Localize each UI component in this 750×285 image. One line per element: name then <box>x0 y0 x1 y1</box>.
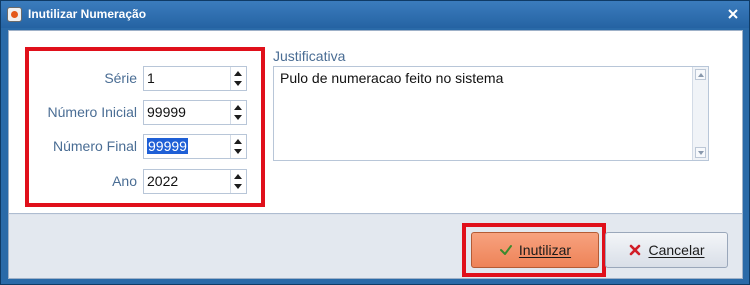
dialog-window: Inutilizar Numeração Série 1 Número Inic… <box>0 0 750 285</box>
scroll-down-icon <box>698 151 704 155</box>
close-button[interactable] <box>723 4 743 24</box>
numero-inicial-label: Número Inicial <box>47 104 137 120</box>
spin-down-icon[interactable] <box>234 184 242 189</box>
numero-final-value[interactable]: 99999 <box>147 138 188 154</box>
x-icon <box>630 244 641 256</box>
title-bar[interactable]: Inutilizar Numeração <box>1 1 749 28</box>
textarea-scrollbar[interactable] <box>692 67 708 160</box>
inutilizar-button[interactable]: Inutilizar <box>471 232 599 268</box>
close-icon <box>728 9 738 19</box>
scroll-up-icon <box>698 73 704 77</box>
scroll-down-button[interactable] <box>695 147 706 158</box>
spin-down-icon[interactable] <box>234 149 242 154</box>
justificativa-label: Justificativa <box>273 48 346 64</box>
form-panel: Série 1 Número Inicial 99999 Número Fina… <box>9 31 742 214</box>
ano-spinner[interactable]: 2022 <box>143 169 247 194</box>
serie-spinner[interactable]: 1 <box>143 66 247 91</box>
numero-inicial-spin-arrows[interactable] <box>230 101 246 124</box>
cancelar-button[interactable]: Cancelar <box>605 232 728 268</box>
serie-spin-arrows[interactable] <box>230 67 246 90</box>
numero-final-label: Número Final <box>52 138 137 154</box>
spin-up-icon[interactable] <box>234 139 242 144</box>
serie-label: Série <box>104 70 137 86</box>
check-icon <box>499 245 512 255</box>
ano-value[interactable]: 2022 <box>147 173 178 189</box>
inutilizar-label: Inutilizar <box>518 242 572 258</box>
spin-down-icon[interactable] <box>234 81 242 86</box>
justificativa-textarea[interactable]: Pulo de numeracao feito no sistema <box>273 66 709 161</box>
ano-label: Ano <box>112 173 137 189</box>
justificativa-text[interactable]: Pulo de numeracao feito no sistema <box>280 70 503 86</box>
app-icon <box>7 7 22 22</box>
spin-up-icon[interactable] <box>234 105 242 110</box>
serie-value[interactable]: 1 <box>147 70 155 86</box>
numero-inicial-spinner[interactable]: 99999 <box>143 100 247 125</box>
ano-spin-arrows[interactable] <box>230 170 246 193</box>
spin-down-icon[interactable] <box>234 115 242 120</box>
scroll-up-button[interactable] <box>695 69 706 80</box>
spin-up-icon[interactable] <box>234 71 242 76</box>
spin-up-icon[interactable] <box>234 174 242 179</box>
cancelar-label: Cancelar <box>648 242 705 258</box>
numero-final-spin-arrows[interactable] <box>230 135 246 158</box>
window-title: Inutilizar Numeração <box>28 7 147 21</box>
dialog-client-area: Série 1 Número Inicial 99999 Número Fina… <box>8 30 743 279</box>
numero-inicial-value[interactable]: 99999 <box>147 104 186 120</box>
numero-final-spinner[interactable]: 99999 <box>143 134 247 159</box>
